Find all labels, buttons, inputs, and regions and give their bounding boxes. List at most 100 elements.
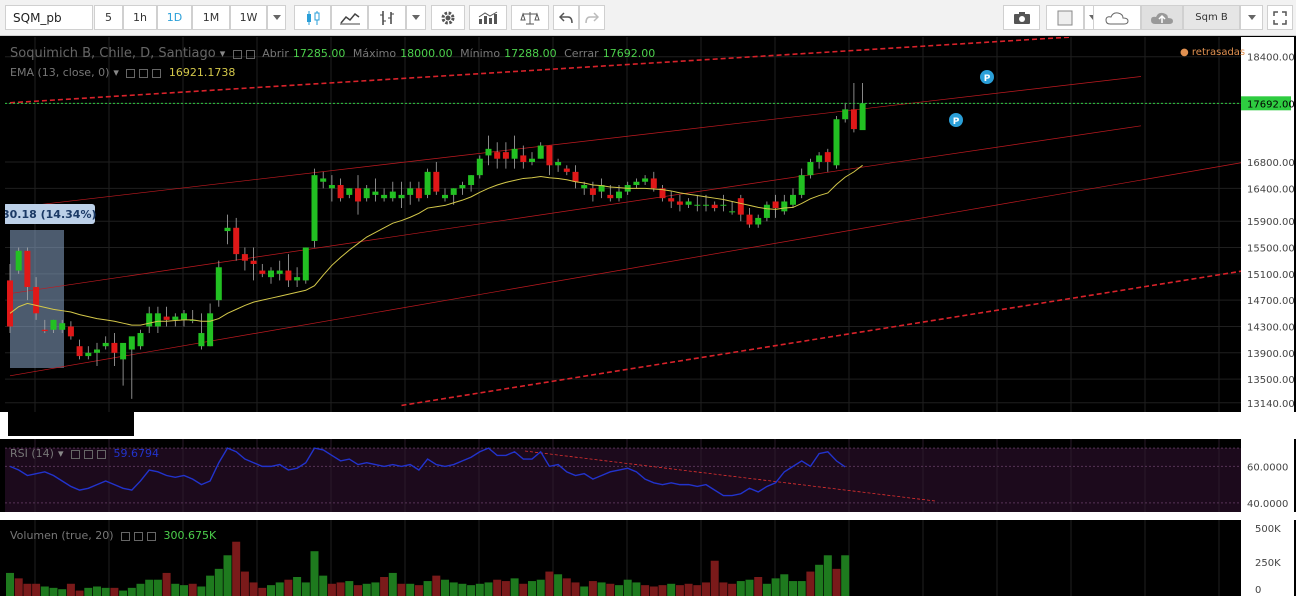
volume-bar bbox=[267, 585, 275, 596]
candle-body bbox=[163, 316, 170, 320]
volume-bar bbox=[301, 582, 310, 596]
balance-icon[interactable] bbox=[511, 5, 549, 30]
candle-body bbox=[824, 152, 831, 162]
symbol-input[interactable]: SQM_pb bbox=[5, 5, 93, 30]
price-tick: 13900.00 bbox=[1247, 349, 1294, 360]
candle-body bbox=[607, 194, 614, 199]
chevron-down-icon[interactable] bbox=[267, 5, 286, 30]
settings-icon bbox=[134, 531, 144, 541]
volume-bar bbox=[710, 560, 719, 596]
candle-body bbox=[737, 198, 744, 215]
volume-bar bbox=[6, 572, 14, 596]
date-cursor-box bbox=[8, 410, 134, 436]
candle-body bbox=[511, 148, 518, 159]
volume-tick: 500K bbox=[1255, 524, 1281, 535]
candle-body bbox=[328, 185, 335, 189]
candle-body bbox=[41, 329, 48, 332]
volume-bar bbox=[789, 581, 797, 596]
volume-bar bbox=[562, 578, 571, 596]
volume-bar bbox=[632, 582, 641, 596]
candle-body bbox=[476, 158, 483, 176]
cloud-upload-icon[interactable] bbox=[1141, 5, 1183, 30]
candle-body bbox=[459, 185, 466, 189]
candle-body bbox=[320, 178, 327, 182]
volume-bar bbox=[423, 581, 432, 596]
pane-separator bbox=[0, 596, 1296, 606]
candle-body bbox=[520, 155, 527, 162]
rsi-chart[interactable]: 60.0000 40.0000 bbox=[5, 439, 1294, 512]
candle-body bbox=[763, 204, 770, 218]
candle-body bbox=[268, 270, 274, 278]
interval-5-button[interactable]: 5 bbox=[94, 5, 123, 30]
volume-bar bbox=[275, 582, 284, 596]
volume-bar bbox=[684, 583, 693, 596]
volume-bar bbox=[388, 572, 397, 596]
undo-icon[interactable] bbox=[553, 5, 579, 30]
fullscreen-icon[interactable] bbox=[1267, 5, 1293, 30]
volume-label: Volumen (true, 20) bbox=[10, 529, 114, 542]
interval-1d-button[interactable]: 1D bbox=[157, 5, 192, 30]
volume-bar bbox=[658, 585, 667, 596]
volume-bar bbox=[571, 582, 580, 596]
volume-bar bbox=[380, 577, 389, 596]
volume-bar bbox=[14, 578, 23, 596]
volume-bar bbox=[449, 582, 458, 596]
volume-bar bbox=[101, 587, 110, 596]
volume-bar bbox=[414, 585, 423, 596]
volume-bar bbox=[162, 572, 171, 596]
interval-1m-button[interactable]: 1M bbox=[192, 5, 230, 30]
indicators-icon[interactable] bbox=[469, 5, 507, 30]
eye-icon bbox=[121, 531, 131, 541]
price-chart[interactable]: 18400.00 16800.00 16400.00 15900.00 15500.00… bbox=[5, 37, 1294, 412]
candles-icon[interactable] bbox=[294, 5, 331, 30]
candle-body bbox=[363, 188, 370, 199]
cloud-icon[interactable] bbox=[1093, 5, 1141, 30]
rsi-tick: 60.0000 bbox=[1247, 462, 1288, 473]
candle-body bbox=[181, 313, 187, 320]
volume-bar bbox=[119, 590, 128, 596]
candle-body bbox=[94, 349, 100, 353]
volume-bar bbox=[354, 585, 362, 596]
camera-icon[interactable] bbox=[1003, 5, 1040, 30]
volume-bar bbox=[49, 587, 58, 596]
candle-body bbox=[616, 191, 622, 199]
candle-body bbox=[589, 188, 596, 195]
measure-label: 30.18 (14.34%) bbox=[5, 204, 97, 224]
volume-bar bbox=[397, 583, 406, 596]
rsi-legend[interactable]: RSI (14) ▾ 59.6794 bbox=[10, 447, 163, 460]
volume-bar bbox=[641, 585, 650, 596]
interval-1h-button[interactable]: 1h bbox=[123, 5, 157, 30]
volume-bar bbox=[693, 585, 702, 596]
candle-body bbox=[415, 188, 422, 199]
low-value: 17288.00 bbox=[504, 47, 557, 60]
candle-body bbox=[555, 162, 562, 166]
compare-symbol-button[interactable]: Sqm B bbox=[1183, 5, 1240, 30]
candle-body bbox=[207, 313, 214, 347]
candle-body bbox=[285, 270, 292, 281]
ema-legend[interactable]: EMA (13, close, 0) ▾ 16921.1738 bbox=[10, 66, 239, 79]
candle-body bbox=[198, 333, 205, 347]
volume-bar bbox=[336, 582, 345, 596]
gear-icon[interactable] bbox=[431, 5, 465, 30]
chart-type-dropdown-icon[interactable] bbox=[406, 5, 426, 30]
bar-style-icon[interactable] bbox=[368, 5, 406, 30]
volume-legend[interactable]: Volumen (true, 20) 300.675K bbox=[10, 529, 220, 542]
candle-body bbox=[633, 181, 640, 186]
candle-body bbox=[372, 191, 379, 195]
volume-bar bbox=[441, 579, 449, 596]
candle-body bbox=[259, 270, 266, 274]
interval-1w-button[interactable]: 1W bbox=[230, 5, 267, 30]
candle-body bbox=[485, 148, 492, 156]
candle-body bbox=[442, 194, 448, 199]
volume-bar bbox=[432, 575, 441, 596]
volume-bar bbox=[406, 583, 415, 596]
candle-body bbox=[790, 194, 796, 205]
color-square-icon[interactable] bbox=[1046, 5, 1084, 30]
line-chart-icon[interactable] bbox=[331, 5, 368, 30]
volume-bar bbox=[40, 586, 49, 596]
candle-body bbox=[676, 201, 683, 205]
redo-icon[interactable] bbox=[579, 5, 605, 30]
price-tick: 15100.00 bbox=[1247, 270, 1294, 281]
volume-bar bbox=[510, 578, 519, 596]
compare-dropdown-icon[interactable] bbox=[1240, 5, 1263, 30]
